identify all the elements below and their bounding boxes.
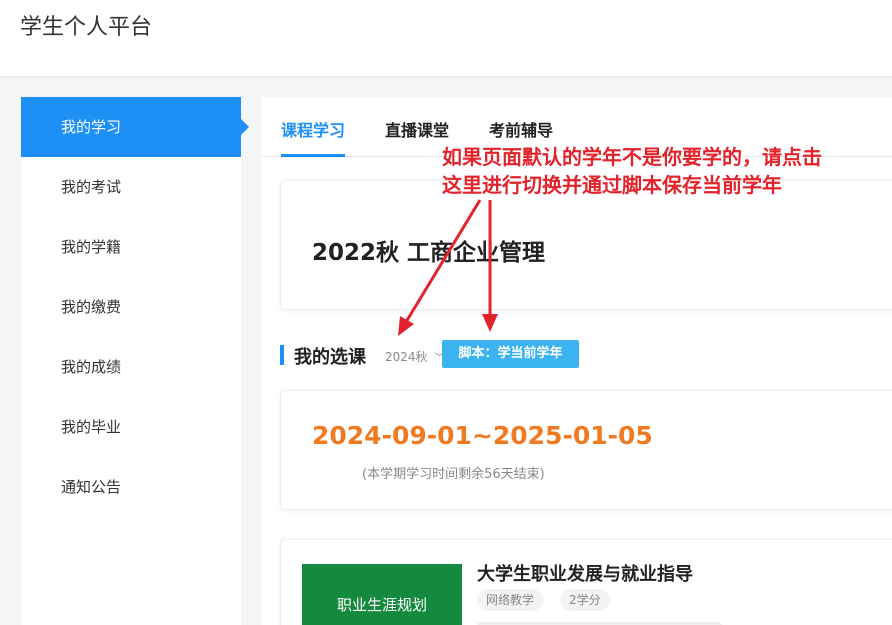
sidebar-item-my-payment[interactable]: 我的缴费 bbox=[21, 277, 241, 337]
year-select-value: 2024秋 bbox=[385, 350, 428, 364]
course-card[interactable]: 职业生涯规划 大学生职业发展与就业指导 网络教学 2学分 bbox=[280, 539, 892, 625]
sidebar: 我的学习 我的考试 我的学籍 我的缴费 我的成绩 我的毕业 通知公告 bbox=[21, 97, 249, 625]
sidebar-item-my-graduation[interactable]: 我的毕业 bbox=[21, 397, 241, 457]
date-range: 2024-09-01~2025-01-05 bbox=[312, 421, 653, 450]
term-title: 2022秋 工商企业管理 bbox=[312, 240, 546, 266]
tab-live-classroom[interactable]: 直播课堂 bbox=[385, 117, 449, 157]
sidebar-item-notices[interactable]: 通知公告 bbox=[21, 457, 241, 517]
sidebar-item-my-enrollment[interactable]: 我的学籍 bbox=[21, 217, 241, 277]
course-tag-type: 网络教学 bbox=[477, 589, 544, 611]
course-tag-credits: 2学分 bbox=[560, 589, 610, 611]
active-tab-indicator bbox=[281, 154, 346, 157]
sidebar-item-my-exams[interactable]: 我的考试 bbox=[21, 157, 241, 217]
tab-label: 直播课堂 bbox=[385, 121, 450, 140]
year-select[interactable]: 2024秋 ﹀ bbox=[385, 348, 444, 365]
instruction-annotation: 如果页面默认的学年不是你要学的，请点击 这里进行切换并通过脚本保存当前学年 bbox=[442, 143, 882, 199]
top-bar: 学生个人平台 bbox=[0, 0, 892, 76]
section-accent-bar bbox=[280, 345, 284, 365]
section-title: 我的选课 bbox=[294, 347, 366, 368]
app-title: 学生个人平台 bbox=[20, 15, 153, 40]
sidebar-item-my-study[interactable]: 我的学习 bbox=[21, 97, 249, 157]
remaining-time-note: (本学期学习时间剩余56天结束) bbox=[362, 467, 545, 482]
sidebar-item-my-grades[interactable]: 我的成绩 bbox=[21, 337, 241, 397]
annotation-line-1: 如果页面默认的学年不是你要学的，请点击 bbox=[442, 145, 822, 169]
tab-label: 考前辅导 bbox=[489, 121, 554, 140]
course-thumbnail[interactable]: 职业生涯规划 bbox=[302, 564, 462, 625]
save-year-script-button[interactable]: 脚本：学当前学年 bbox=[442, 340, 579, 368]
course-name[interactable]: 大学生职业发展与就业指导 bbox=[477, 560, 693, 586]
schedule-card: 2024-09-01~2025-01-05 (本学期学习时间剩余56天结束) bbox=[280, 390, 892, 510]
tab-course-study[interactable]: 课程学习 bbox=[281, 117, 346, 157]
annotation-line-2: 这里进行切换并通过脚本保存当前学年 bbox=[442, 173, 782, 197]
tab-label: 课程学习 bbox=[281, 121, 346, 140]
term-card: 2022秋 工商企业管理 bbox=[280, 180, 892, 310]
